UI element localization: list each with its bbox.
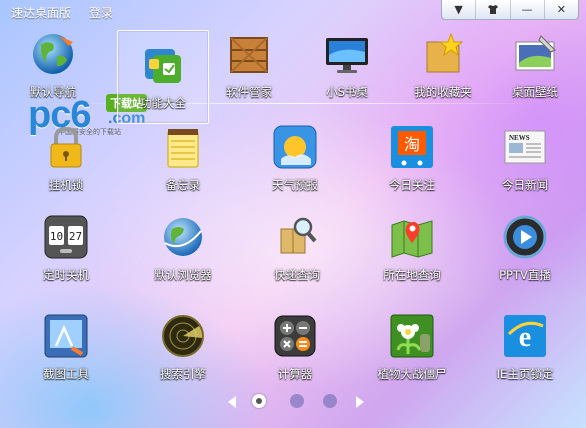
function-box-icon bbox=[145, 49, 181, 83]
weather-sun-icon bbox=[273, 125, 317, 169]
wallpaper-icon bbox=[515, 35, 556, 71]
taobao-cart-icon: 淘 bbox=[391, 126, 433, 168]
app-screenshot-tool[interactable]: 截图工具 bbox=[21, 302, 111, 394]
ie-lock-icon: e bbox=[504, 315, 546, 357]
app-label: 今日新闻 bbox=[502, 178, 548, 192]
app-label: IE主页锁定 bbox=[496, 367, 554, 381]
app-weather[interactable]: 天气预报 bbox=[250, 113, 340, 205]
app-label: 快递查询 bbox=[274, 268, 320, 282]
app-label: 默认导航 bbox=[30, 85, 76, 99]
app-label: 挂机锁 bbox=[48, 178, 84, 192]
app-label: 我的收藏夹 bbox=[414, 85, 472, 99]
app-timed-shutdown[interactable]: 10 27 定时关机 bbox=[21, 203, 111, 295]
skin-icon[interactable] bbox=[475, 0, 509, 19]
notepad-icon bbox=[167, 129, 199, 168]
padlock-icon bbox=[50, 126, 82, 168]
svg-text:NEWS: NEWS bbox=[509, 134, 530, 142]
newspaper-icon: NEWS bbox=[504, 130, 546, 164]
svg-text:淘: 淘 bbox=[404, 135, 420, 154]
svg-text:27: 27 bbox=[69, 230, 82, 243]
app-function-box[interactable]: 功能大全 bbox=[117, 30, 209, 124]
app-label: 所在地查询 bbox=[383, 268, 441, 282]
app-label: 小S书桌 bbox=[326, 85, 368, 99]
app-ie-homepage-lock[interactable]: e IE主页锁定 bbox=[480, 302, 570, 394]
app-label: 今日关注 bbox=[389, 178, 435, 192]
app-label: 天气预报 bbox=[272, 178, 318, 192]
app-wallpaper[interactable]: 桌面壁纸 bbox=[490, 20, 580, 112]
app-location-query[interactable]: 所在地查询 bbox=[367, 203, 457, 295]
page-dot-2[interactable] bbox=[290, 394, 304, 408]
minimize-icon[interactable]: — bbox=[509, 0, 544, 19]
app-label: 定时关机 bbox=[43, 268, 89, 282]
app-label: 截图工具 bbox=[43, 367, 89, 381]
svg-text:10: 10 bbox=[50, 230, 63, 243]
app-software-manager[interactable]: 软件管家 bbox=[204, 20, 294, 112]
pptv-icon bbox=[503, 215, 547, 259]
app-hang-lock[interactable]: 挂机锁 bbox=[21, 113, 111, 205]
map-pin-icon bbox=[391, 220, 433, 258]
monitor-icon bbox=[326, 38, 368, 73]
app-desk[interactable]: 小S书桌 bbox=[302, 20, 392, 112]
app-default-nav[interactable]: 默认导航 bbox=[8, 20, 98, 112]
wooden-crate-icon bbox=[230, 37, 268, 73]
app-label: 搜索引擎 bbox=[160, 367, 206, 381]
clock-icon: 10 27 bbox=[44, 215, 88, 259]
app-label: 软件管家 bbox=[226, 85, 272, 99]
app-label: 桌面壁纸 bbox=[512, 85, 558, 99]
app-calculator[interactable]: 计算器 bbox=[250, 302, 340, 394]
window-controls: ▼ — ✕ bbox=[441, 0, 579, 20]
app-plants-vs-zombies[interactable]: 植物大战僵尸 bbox=[367, 302, 457, 394]
page-dot-1[interactable] bbox=[252, 394, 266, 408]
desktop-window: 速达桌面版 登录 ▼ — ✕ pc6 下载站 .com 中国最安全的下载站 默认… bbox=[0, 0, 586, 428]
login-link[interactable]: 登录 bbox=[89, 4, 113, 21]
favorites-folder-icon bbox=[426, 32, 464, 73]
prev-page-arrow-icon[interactable] bbox=[228, 396, 236, 408]
app-label: PPTV直播 bbox=[499, 268, 551, 282]
radar-search-icon bbox=[162, 315, 204, 357]
app-label: 默认浏览器 bbox=[154, 268, 212, 282]
page-indicator bbox=[228, 394, 368, 414]
parcel-search-icon bbox=[280, 217, 317, 254]
app-search-engine[interactable]: 搜索引擎 bbox=[138, 302, 228, 394]
app-label: 备忘录 bbox=[165, 178, 201, 192]
screenshot-tool-icon bbox=[44, 314, 88, 358]
calculator-icon bbox=[274, 315, 316, 357]
page-dot-3[interactable] bbox=[323, 394, 337, 408]
app-favorites[interactable]: 我的收藏夹 bbox=[398, 20, 488, 112]
app-default-browser[interactable]: 默认浏览器 bbox=[138, 203, 228, 295]
app-title: 速达桌面版 bbox=[11, 6, 72, 20]
globe-nav-icon bbox=[33, 34, 73, 74]
app-express-query[interactable]: 快递查询 bbox=[252, 203, 342, 295]
app-label: 植物大战僵尸 bbox=[377, 367, 447, 381]
close-icon[interactable]: ✕ bbox=[543, 0, 578, 19]
app-today-focus[interactable]: 淘 今日关注 bbox=[367, 113, 457, 205]
app-today-news[interactable]: NEWS 今日新闻 bbox=[480, 113, 570, 205]
next-page-arrow-icon[interactable] bbox=[356, 396, 364, 408]
app-pptv-live[interactable]: PPTV直播 bbox=[480, 203, 570, 295]
app-label: 功能大全 bbox=[140, 96, 186, 110]
browser-globe-icon bbox=[164, 218, 202, 256]
dropdown-icon[interactable]: ▼ bbox=[442, 0, 475, 19]
app-memo[interactable]: 备忘录 bbox=[138, 113, 228, 205]
plants-vs-zombies-icon bbox=[390, 314, 434, 358]
app-label: 计算器 bbox=[277, 367, 313, 381]
